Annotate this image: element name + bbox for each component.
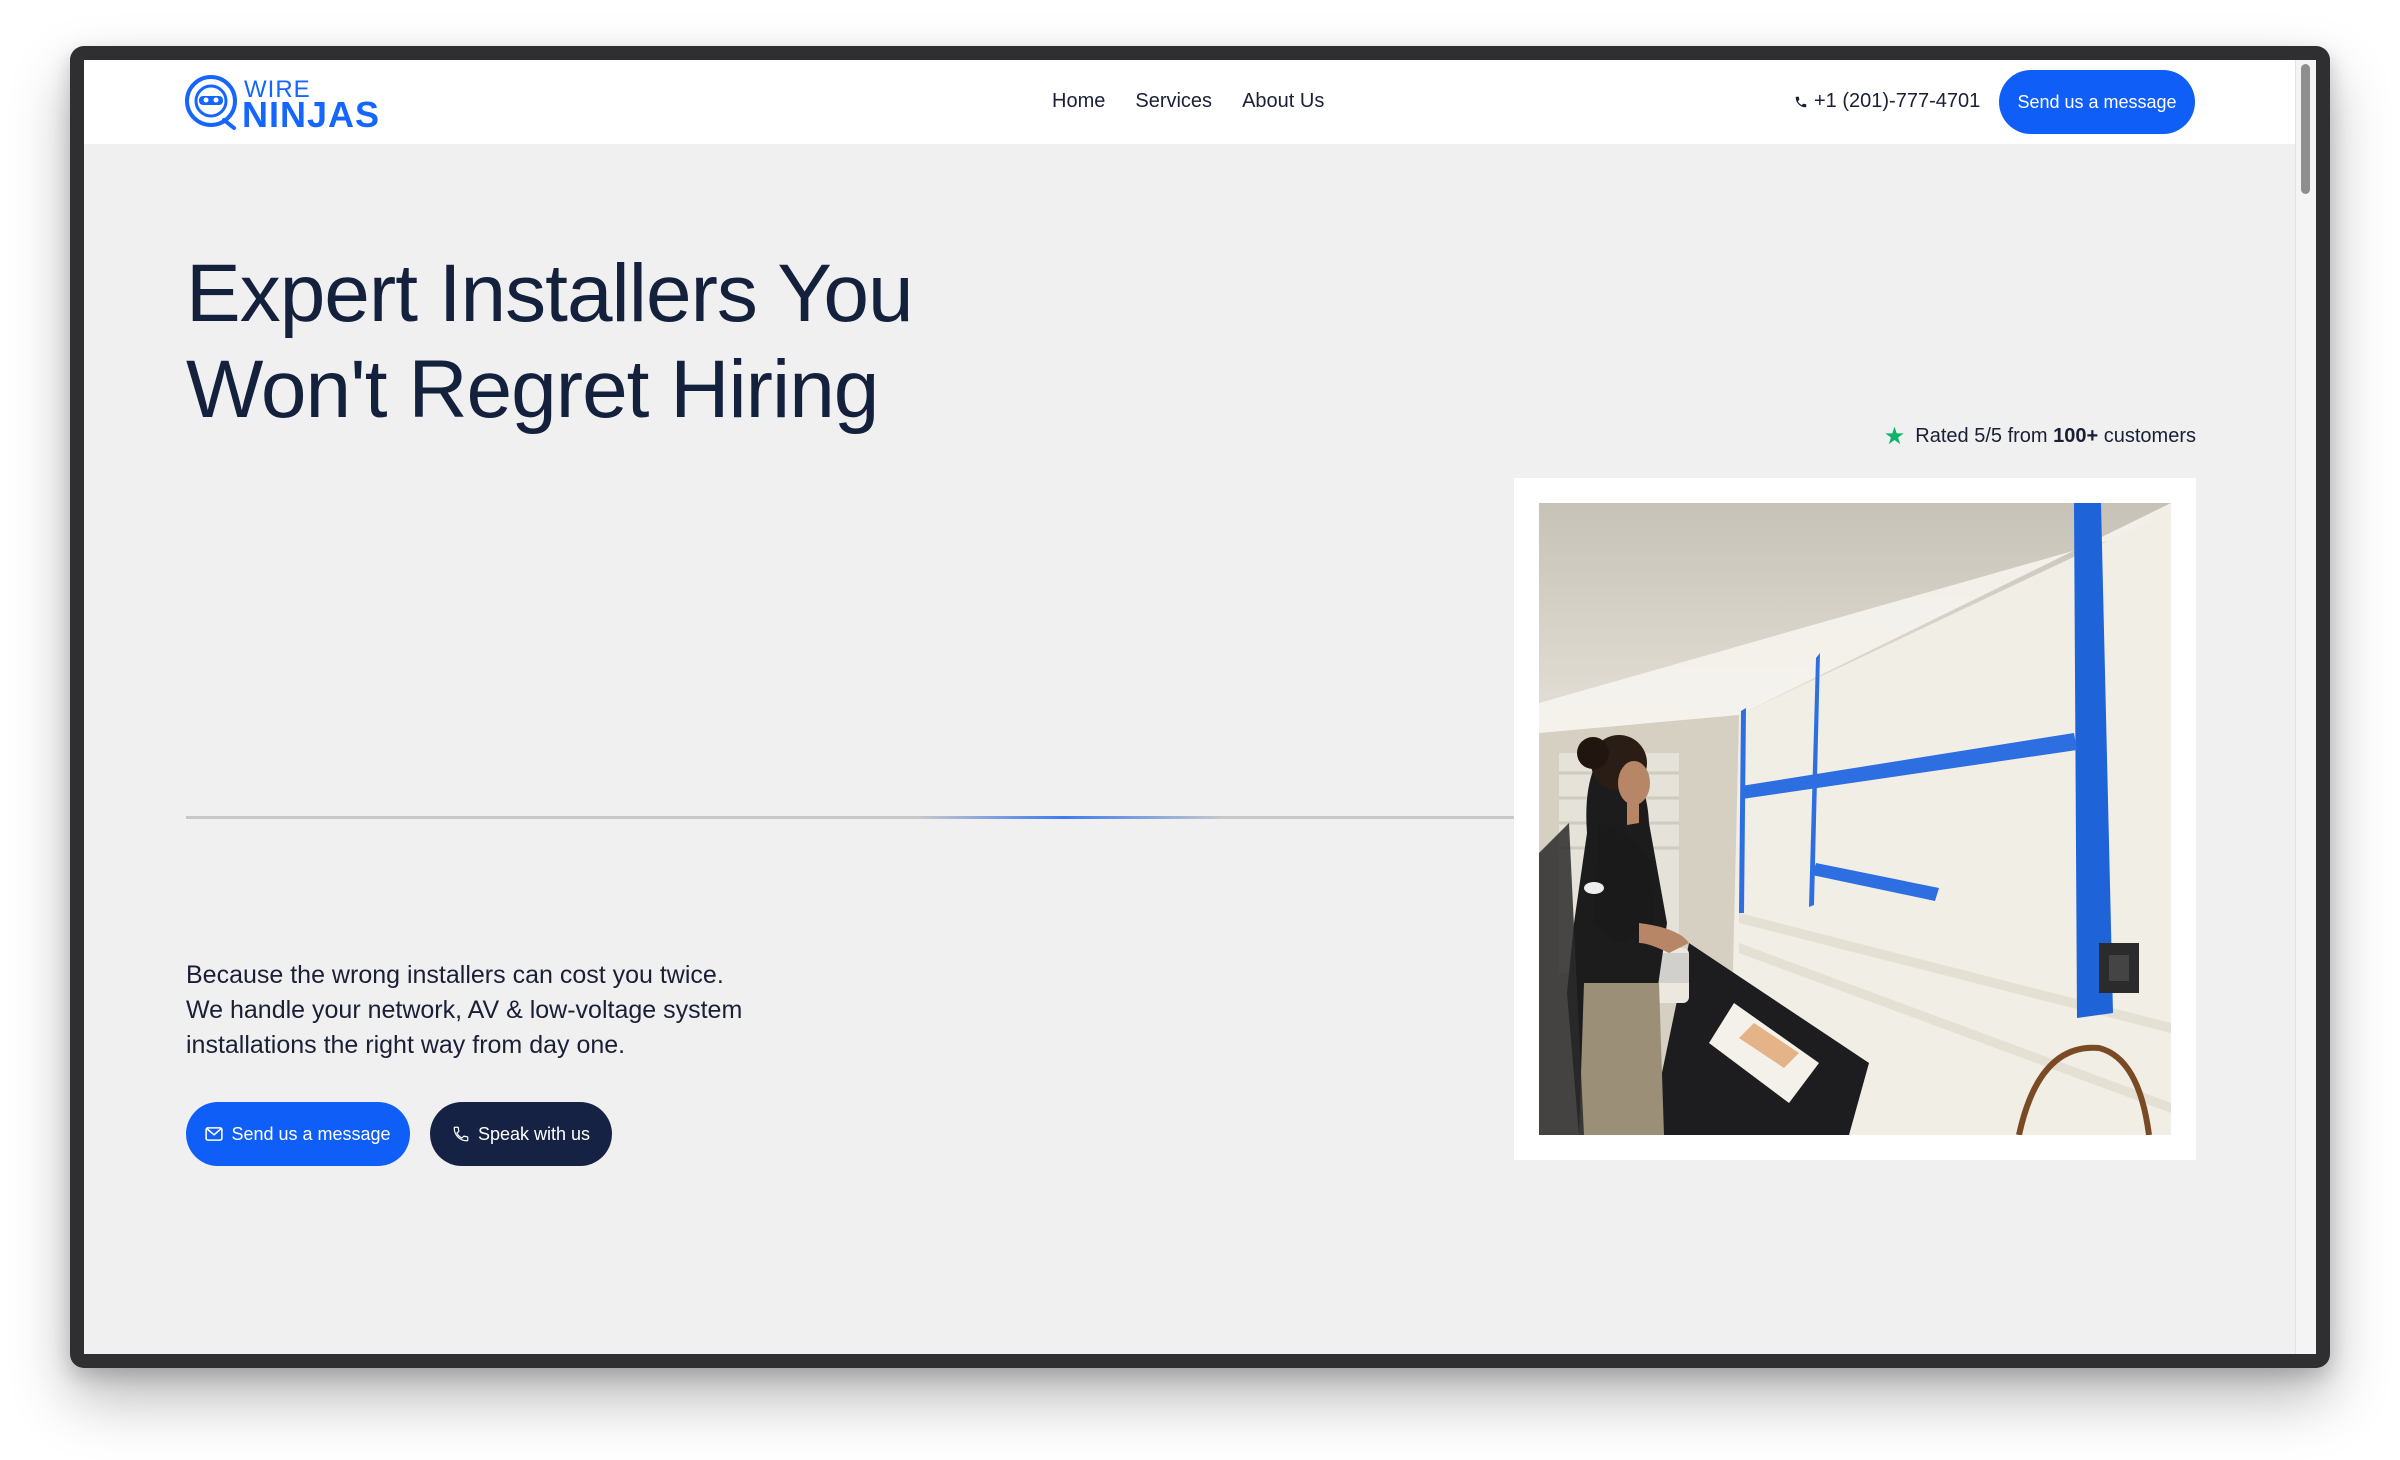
hero-divider-line <box>186 816 1516 819</box>
hero-description-line-3: installations the right way from day one… <box>186 1031 626 1059</box>
ninja-mascot-icon <box>185 75 237 130</box>
hero-photo-frame <box>1514 478 2196 1160</box>
rating-text: Rated 5/5 from 100+ customers <box>1915 425 2196 448</box>
speak-with-us-button[interactable]: Speak with us <box>430 1102 612 1166</box>
nav-link-services[interactable]: Services <box>1135 90 1212 113</box>
phone-icon <box>1795 96 1807 107</box>
header-phone-number: +1 (201)-777-4701 <box>1814 90 1981 112</box>
hero-send-message-button[interactable]: Send us a message <box>186 1102 410 1166</box>
hero-description: Because the wrong installers can cost yo… <box>186 958 806 1063</box>
customer-rating: ★ Rated 5/5 from 100+ customers <box>1884 422 2196 451</box>
hero-title-line-2: Won't Regret Hiring <box>186 344 879 435</box>
page-scrollbar[interactable] <box>2295 60 2316 1354</box>
header-phone-link[interactable]: +1 (201)-777-4701 <box>1794 90 1980 113</box>
wire-ninjas-logo[interactable]: WIRE NINJAS <box>184 72 384 135</box>
logo-text-ninjas: NINJAS <box>242 94 381 135</box>
site-header: WIRE NINJAS Home Services About Us +1 (2… <box>84 60 2296 144</box>
device-frame: WIRE NINJAS Home Services About Us +1 (2… <box>70 46 2330 1368</box>
main-navigation: Home Services About Us <box>1052 90 1324 113</box>
installer-photo-illustration <box>1539 503 2171 1135</box>
hero-title-line-1: Expert Installers You <box>186 248 914 339</box>
phone-icon <box>453 1126 469 1142</box>
rating-suffix: customers <box>2098 425 2196 447</box>
nav-link-home[interactable]: Home <box>1052 90 1105 113</box>
hero-send-message-label: Send us a message <box>231 1123 391 1144</box>
hero-description-line-1: Because the wrong installers can cost yo… <box>186 961 724 989</box>
star-icon: ★ <box>1883 423 1906 450</box>
nav-link-about-us[interactable]: About Us <box>1242 90 1324 113</box>
header-send-message-label: Send us a message <box>2017 91 2177 112</box>
rating-prefix: Rated 5/5 from <box>1915 425 2054 447</box>
browser-viewport: WIRE NINJAS Home Services About Us +1 (2… <box>84 60 2316 1354</box>
rating-count: 100+ <box>2053 425 2099 447</box>
speak-with-us-label: Speak with us <box>477 1123 591 1144</box>
header-send-message-button[interactable]: Send us a message <box>1999 70 2195 134</box>
scrollbar-thumb[interactable] <box>2301 64 2310 194</box>
hero-title: Expert Installers You Won't Regret Hirin… <box>186 246 1086 438</box>
mail-icon <box>205 1127 224 1141</box>
hero-description-line-2: We handle your network, AV & low-voltage… <box>186 996 743 1024</box>
installer-photo <box>1539 503 2171 1135</box>
